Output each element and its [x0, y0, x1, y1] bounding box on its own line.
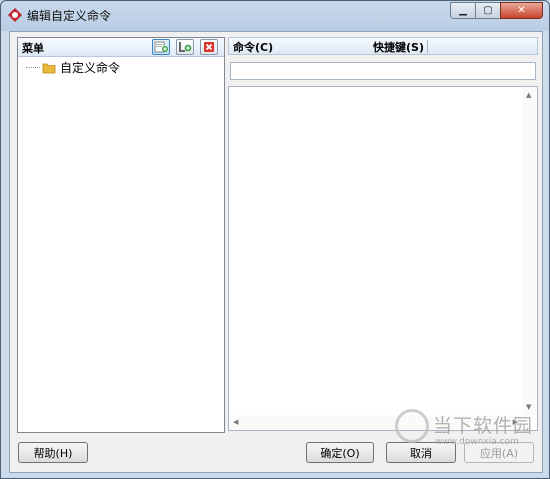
close-button[interactable]: ✕	[500, 2, 543, 19]
menu-panel-title: 菜单	[22, 42, 44, 55]
shortcut-column-header[interactable]: 快捷键(S)	[373, 39, 424, 55]
add-command-icon	[179, 42, 192, 52]
scroll-left-icon[interactable]: ◀	[233, 418, 238, 426]
add-menu-icon	[154, 41, 168, 53]
vertical-scrollbar[interactable]: ▲ ▼	[522, 87, 537, 415]
dialog-window: 编辑自定义命令 ▁ ▢ ✕ 菜单 自定义命令 命令(C) 快捷键(S) ▲ ▼ …	[0, 0, 550, 479]
maximize-icon: ▢	[483, 5, 493, 16]
close-icon: ✕	[517, 5, 526, 16]
minimize-button[interactable]: ▁	[450, 2, 476, 19]
column-divider	[427, 40, 428, 53]
menu-panel: 菜单 自定义命令	[17, 37, 225, 433]
window-title: 编辑自定义命令	[27, 9, 112, 23]
delete-button[interactable]	[200, 39, 218, 55]
command-column-header[interactable]: 命令(C)	[233, 39, 273, 55]
watermark-logo-icon	[395, 409, 429, 443]
folder-icon	[42, 63, 56, 73]
maximize-button[interactable]: ▢	[475, 2, 501, 19]
add-command-button[interactable]	[176, 39, 194, 55]
command-panel: 命令(C) 快捷键(S) ▲ ▼ ◀ ▶	[228, 37, 538, 431]
ok-button[interactable]: 确定(O)	[306, 442, 374, 463]
tree-connector	[26, 67, 40, 68]
add-menu-button[interactable]	[152, 39, 170, 55]
watermark-text: 当下软件园	[433, 415, 534, 437]
command-list-header: 命令(C) 快捷键(S)	[228, 37, 538, 55]
watermark: 当下软件园 www.downxia.com	[395, 407, 537, 455]
tree-item-custom-commands[interactable]: 自定义命令	[26, 59, 120, 76]
watermark-url: www.downxia.com	[435, 437, 519, 447]
title-bar: 编辑自定义命令 ▁ ▢ ✕	[1, 1, 549, 29]
minimize-icon: ▁	[459, 5, 467, 16]
tree-item-label: 自定义命令	[60, 61, 121, 75]
menu-panel-header: 菜单	[18, 38, 224, 57]
help-button[interactable]: 帮助(H)	[18, 442, 88, 463]
delete-icon	[204, 42, 214, 52]
scroll-up-icon[interactable]: ▲	[526, 91, 531, 99]
app-logo-icon	[8, 8, 22, 22]
command-list[interactable]: ▲ ▼ ◀ ▶	[228, 86, 538, 431]
command-input[interactable]	[230, 62, 536, 80]
